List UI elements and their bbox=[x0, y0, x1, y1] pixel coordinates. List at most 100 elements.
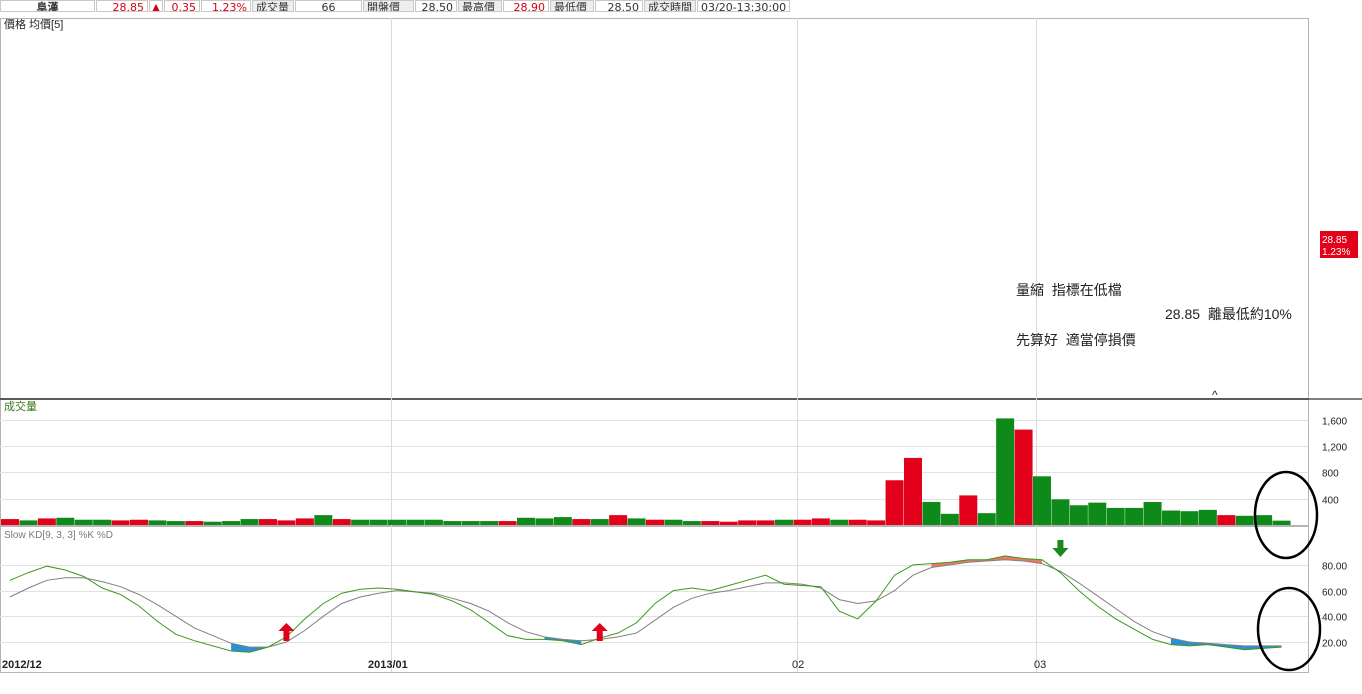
volume-bar bbox=[443, 521, 462, 525]
volume-bar bbox=[1088, 502, 1107, 525]
volume-bar bbox=[37, 518, 56, 525]
volume-bar bbox=[959, 495, 978, 525]
volume-bar bbox=[996, 418, 1015, 525]
price-panel-title: 價格 均價[5] bbox=[4, 17, 63, 31]
volume-tick-label: 1,600 bbox=[1322, 417, 1347, 428]
last-price-label: 28.85 1.23% bbox=[1320, 231, 1358, 258]
volume-bar bbox=[830, 519, 849, 525]
volume-bar bbox=[111, 520, 130, 525]
volume-bar bbox=[461, 521, 480, 525]
volume-panel-frame bbox=[0, 399, 1309, 526]
volume-bar bbox=[74, 519, 93, 525]
volume-bar bbox=[1198, 509, 1217, 525]
volume-bar bbox=[1069, 505, 1088, 525]
volume-bar bbox=[480, 521, 499, 525]
volume-bar bbox=[351, 519, 370, 525]
volume-tick-label: 400 bbox=[1322, 496, 1339, 507]
volume-bar bbox=[590, 519, 609, 525]
volume-tick-label: 800 bbox=[1322, 469, 1339, 480]
x-tick-label: 2012/12 bbox=[2, 659, 42, 671]
volume-bar bbox=[756, 520, 775, 525]
volume-bar bbox=[904, 457, 922, 525]
volume-bar bbox=[738, 520, 757, 525]
volume-bar bbox=[166, 521, 185, 525]
volume-bar bbox=[848, 519, 867, 525]
kd-d-line bbox=[9, 559, 1282, 648]
kd-panel-title: Slow KD[9, 3, 3] %K %D bbox=[4, 530, 113, 541]
x-tick-label: 02 bbox=[792, 659, 804, 671]
volume-bar bbox=[977, 513, 996, 525]
volume-bar bbox=[498, 521, 517, 525]
volume-bar bbox=[130, 519, 148, 525]
volume-bar bbox=[93, 519, 112, 525]
volume-bar bbox=[811, 518, 830, 525]
volume-bar bbox=[572, 519, 591, 525]
volume-bar bbox=[1125, 507, 1144, 525]
volume-bar bbox=[609, 515, 628, 525]
kd-tick-label: 80.00 bbox=[1322, 562, 1347, 573]
volume-bar bbox=[277, 520, 296, 525]
volume-bar bbox=[406, 519, 425, 525]
volume-bar bbox=[1014, 429, 1033, 525]
volume-bar bbox=[295, 518, 314, 525]
note-stop-loss: 先算好 適當停損價 bbox=[1016, 332, 1136, 348]
kd-tick-label: 20.00 bbox=[1322, 639, 1347, 650]
volume-bar bbox=[388, 519, 406, 525]
volume-bar bbox=[1180, 511, 1199, 525]
last-price-label-pct: 1.23% bbox=[1322, 247, 1350, 258]
volume-bar bbox=[1254, 515, 1273, 525]
volume-bar bbox=[1162, 510, 1180, 525]
x-tick-label: 2013/01 bbox=[368, 659, 408, 671]
kd-tick-label: 40.00 bbox=[1322, 613, 1347, 624]
volume-bar bbox=[240, 519, 259, 525]
volume-highlight-circle bbox=[1253, 470, 1319, 560]
price-notes: 量縮 指標在低檔 28.85 離最低約10% 先算好 適當停損價 bbox=[1016, 282, 1292, 348]
volume-bar bbox=[940, 513, 959, 525]
x-tick-label: 03 bbox=[1034, 659, 1046, 671]
volume-bar bbox=[56, 517, 75, 525]
volume-bar bbox=[148, 520, 167, 525]
volume-bar bbox=[1272, 520, 1291, 525]
volume-bar bbox=[682, 521, 701, 525]
kd-highlight-circle bbox=[1256, 586, 1322, 672]
caret-up-icon: ^ bbox=[1212, 388, 1218, 402]
volume-bar bbox=[719, 521, 738, 525]
volume-bar bbox=[203, 521, 222, 525]
volume-bar bbox=[369, 519, 388, 525]
volume-bar bbox=[1033, 476, 1051, 525]
note-volume-shrink: 量縮 指標在低檔 bbox=[1016, 282, 1122, 298]
volume-bar bbox=[553, 517, 572, 525]
volume-bar bbox=[517, 517, 535, 525]
sell-arrow-icon bbox=[1052, 540, 1069, 557]
volume-bar bbox=[922, 501, 941, 525]
volume-bar bbox=[646, 519, 664, 525]
volume-bar bbox=[1106, 507, 1125, 525]
volume-panel-title: 成交量 bbox=[4, 399, 37, 413]
volume-bar bbox=[1051, 499, 1070, 525]
volume-bar bbox=[1, 519, 19, 525]
volume-bar bbox=[222, 521, 241, 525]
volume-bar bbox=[535, 518, 554, 525]
kd-tick-label: 60.00 bbox=[1322, 588, 1347, 599]
kd-panel-frame bbox=[0, 526, 1309, 673]
volume-bar bbox=[424, 519, 443, 525]
volume-bar bbox=[885, 480, 904, 525]
volume-bar bbox=[332, 519, 351, 525]
note-distance-low: 28.85 離最低約10% bbox=[1165, 306, 1292, 322]
volume-bar bbox=[793, 519, 812, 525]
volume-tick-label: 1,200 bbox=[1322, 443, 1347, 454]
volume-bar bbox=[664, 519, 683, 525]
volume-bar bbox=[775, 519, 793, 525]
volume-bar bbox=[701, 521, 720, 525]
volume-bar bbox=[1217, 515, 1236, 525]
volume-bar bbox=[185, 521, 204, 525]
volume-bar bbox=[259, 519, 277, 525]
volume-bar bbox=[314, 515, 333, 525]
stock-chart: 價格 均價[5] 成交量 Slow KD[9, 3, 3] %K %D 最高33… bbox=[0, 17, 1362, 673]
volume-bar bbox=[1235, 515, 1254, 525]
kd-k-line bbox=[9, 555, 1282, 653]
volume-bar bbox=[867, 520, 886, 525]
last-price-label-value: 28.85 bbox=[1322, 235, 1347, 246]
volume-bar bbox=[627, 518, 646, 525]
volume-bar bbox=[1143, 501, 1162, 525]
